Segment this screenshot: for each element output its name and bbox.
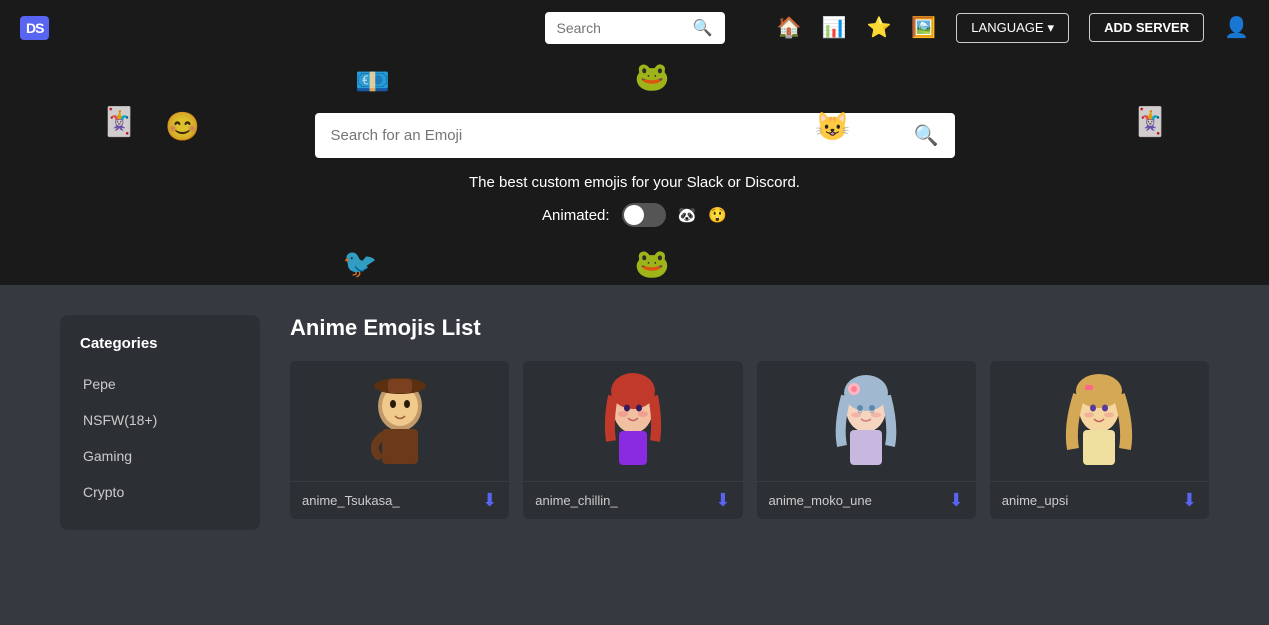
logo-box: DS — [20, 16, 49, 40]
search-icon: 🔍 — [693, 18, 713, 38]
main-content: Categories Pepe NSFW(18+) Gaming Crypto … — [0, 285, 1269, 625]
navbar: DS 🔍 🏠 📊 ⭐ 🖼️ LANGUAGE ▾ ADD SERVER 👤 — [0, 0, 1269, 55]
floating-emoji-2: 🐸 — [635, 60, 670, 93]
emoji-img-chillin — [523, 361, 742, 481]
download-icon-tsukasa[interactable]: ⬇ — [482, 490, 497, 511]
sidebar-title: Categories — [60, 335, 260, 366]
floating-emoji-4: 😊 — [165, 110, 200, 143]
emoji-list-title: Anime Emojis List — [290, 315, 1209, 341]
sidebar-item-gaming[interactable]: Gaming — [60, 438, 260, 474]
emoji-card-footer-upsi: anime_upsi ⬇ — [990, 481, 1209, 519]
emoji-surprised: 😲 — [708, 206, 727, 224]
emoji-card-moko: anime_moko_une ⬇ — [757, 361, 976, 519]
hero-subtitle: The best custom emojis for your Slack or… — [469, 174, 800, 191]
nav-search-input[interactable] — [557, 20, 685, 36]
emoji-img-upsi — [990, 361, 1209, 481]
emoji-card-footer-chillin: anime_chillin_ ⬇ — [523, 481, 742, 519]
emoji-section: Anime Emojis List — [290, 315, 1209, 595]
floating-emoji-8: 🐸 — [635, 247, 670, 280]
add-server-button[interactable]: ADD SERVER — [1089, 13, 1204, 42]
emoji-img-moko — [757, 361, 976, 481]
chart-icon[interactable]: 📊 — [822, 15, 847, 40]
floating-emoji-7: 🐦 — [343, 247, 378, 280]
nav-icons-group: 🏠 📊 ⭐ 🖼️ LANGUAGE ▾ ADD SERVER 👤 — [777, 13, 1249, 43]
hero-search-input[interactable] — [331, 127, 914, 144]
sidebar: Categories Pepe NSFW(18+) Gaming Crypto — [60, 315, 260, 530]
animated-label: Animated: — [542, 207, 610, 224]
emoji-card-chillin: anime_chillin_ ⬇ — [523, 361, 742, 519]
image-icon[interactable]: 🖼️ — [911, 15, 936, 40]
download-icon-upsi[interactable]: ⬇ — [1182, 490, 1197, 511]
sidebar-item-pepe[interactable]: Pepe — [60, 366, 260, 402]
floating-emoji-1: 💶 — [355, 65, 390, 98]
emoji-name-moko: anime_moko_une — [769, 493, 872, 508]
emoji-name-tsukasa: anime_Tsukasa_ — [302, 493, 400, 508]
emoji-panda: 🐼 — [678, 206, 697, 224]
download-icon-chillin[interactable]: ⬇ — [715, 490, 730, 511]
sidebar-item-crypto[interactable]: Crypto — [60, 474, 260, 510]
emoji-card-tsukasa: anime_Tsukasa_ ⬇ — [290, 361, 509, 519]
emoji-card-footer-moko: anime_moko_une ⬇ — [757, 481, 976, 519]
hero-section: 💶 🐸 🃏 😊 😺 🃏 🐦 🐸 🔍 The best custom emojis… — [0, 55, 1269, 285]
emoji-name-upsi: anime_upsi — [1002, 493, 1069, 508]
star-icon[interactable]: ⭐ — [866, 15, 891, 40]
sidebar-item-nsfw[interactable]: NSFW(18+) — [60, 402, 260, 438]
home-icon[interactable]: 🏠 — [777, 15, 802, 40]
emoji-name-chillin: anime_chillin_ — [535, 493, 617, 508]
floating-emoji-3: 🃏 — [102, 105, 137, 138]
nav-search-bar: 🔍 — [545, 12, 725, 44]
floating-emoji-6: 🃏 — [1133, 105, 1168, 138]
animated-toggle[interactable] — [622, 203, 666, 227]
logo-link[interactable]: DS — [20, 16, 49, 40]
language-button[interactable]: LANGUAGE ▾ — [956, 13, 1069, 43]
animated-toggle-row: Animated: 🐼 😲 — [542, 203, 727, 227]
download-icon-moko[interactable]: ⬇ — [949, 490, 964, 511]
emoji-img-tsukasa — [290, 361, 509, 481]
hero-search-icon: 🔍 — [914, 123, 939, 148]
toggle-knob — [624, 205, 644, 225]
emoji-grid: anime_Tsukasa_ ⬇ — [290, 361, 1209, 519]
user-icon[interactable]: 👤 — [1224, 15, 1249, 40]
hero-search-bar: 🔍 — [315, 113, 955, 158]
emoji-card-footer-tsukasa: anime_Tsukasa_ ⬇ — [290, 481, 509, 519]
emoji-card-upsi: anime_upsi ⬇ — [990, 361, 1209, 519]
